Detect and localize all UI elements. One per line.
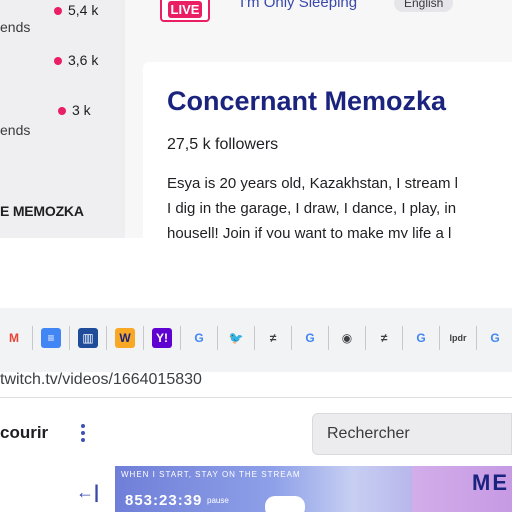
followed-channels-sidebar: 5,4 k ends 3,6 k 3 k ends E MEMOZKA: [0, 0, 125, 238]
search-placeholder: Rechercher: [327, 425, 410, 442]
live-dot-icon: [54, 7, 62, 16]
stream-title[interactable]: I'm Only Sleeping: [240, 0, 357, 11]
bookmark-separator: [106, 326, 107, 350]
channel-viewer-count[interactable]: 5,4 k: [54, 2, 98, 18]
bio-line: housell! Join if you want to make my lif…: [167, 225, 452, 238]
sidebar-section-heading: E MEMOZKA: [0, 203, 84, 219]
docs-icon[interactable]: ≡: [41, 328, 61, 348]
bookmark-separator: [476, 326, 477, 350]
globe-icon[interactable]: ◉: [337, 328, 357, 348]
yahoo-icon[interactable]: Y!: [152, 328, 172, 348]
about-panel: Concernant Memozka 27,5 k followers Esya…: [143, 62, 512, 238]
browser-window: M ≡ ▥ W Y! G 🐦 ≠ G ◉ ≠ Glpdr G twitch.tv/videos/1664…: [0, 238, 512, 512]
video-player-preview[interactable]: WHEN I START, STAY ON THE STREAM 853:23:…: [115, 466, 512, 512]
bookmark-separator: [69, 326, 70, 350]
cloud-graphic: [265, 496, 305, 512]
trello-icon[interactable]: ▥: [78, 328, 98, 348]
gmail-icon[interactable]: M: [4, 328, 24, 348]
twitter-icon[interactable]: 🐦: [226, 328, 246, 348]
language-tag[interactable]: English: [394, 0, 454, 12]
more-options-icon[interactable]: [80, 424, 86, 444]
twitch-page-background: 5,4 k ends 3,6 k 3 k ends E MEMOZKA LIVE…: [0, 0, 512, 238]
google-icon[interactable]: G: [411, 328, 431, 348]
lpdr-icon[interactable]: lpdr: [448, 328, 468, 348]
bookmark-separator: [32, 326, 33, 350]
not-equal-icon[interactable]: ≠: [374, 328, 394, 348]
bookmark-separator: [291, 326, 292, 350]
video-brand-text: ME: [472, 470, 509, 495]
bookmark-separator: [402, 326, 403, 350]
bookmarks-bar: [0, 308, 512, 372]
google-icon[interactable]: G: [300, 328, 320, 348]
live-badge: LIVE: [160, 0, 210, 22]
bookmark-separator: [143, 326, 144, 350]
bookmark-separator: [180, 326, 181, 350]
channel-item-label[interactable]: ends: [0, 19, 30, 35]
address-url[interactable]: twitch.tv/videos/1664015830: [0, 371, 202, 389]
video-overlay-text: WHEN I START, STAY ON THE STREAM: [121, 470, 301, 479]
live-dot-icon: [54, 57, 62, 66]
bio-line: I dig in the garage, I draw, I dance, I …: [167, 200, 457, 217]
live-dot-icon: [58, 107, 66, 116]
bookmark-separator: [439, 326, 440, 350]
google-icon[interactable]: G: [189, 328, 209, 348]
follower-count: 27,5 k followers: [167, 136, 279, 153]
video-overlay-subtext: pause: [207, 496, 229, 505]
google-icon[interactable]: G: [485, 328, 505, 348]
bio-line: Esya is 20 years old, Kazakhstan, I stre…: [167, 175, 458, 192]
not-equal-icon[interactable]: ≠: [263, 328, 283, 348]
bookmark-separator: [365, 326, 366, 350]
bookmark-separator: [254, 326, 255, 350]
channel-viewer-count[interactable]: 3,6 k: [54, 52, 98, 68]
collapse-sidebar-icon[interactable]: ←|: [76, 482, 99, 503]
channel-viewer-count[interactable]: 3 k: [58, 102, 91, 118]
channel-item-label[interactable]: ends: [0, 122, 30, 138]
window-blank-area: [0, 238, 512, 308]
nav-browse-link[interactable]: courir: [0, 423, 48, 443]
bookmark-w-icon[interactable]: W: [115, 328, 135, 348]
about-heading: Concernant Memozka: [167, 86, 447, 116]
video-timer: 853:23:39: [125, 492, 203, 509]
search-input[interactable]: Rechercher: [312, 413, 512, 455]
bookmark-separator: [328, 326, 329, 350]
bookmark-separator: [217, 326, 218, 350]
